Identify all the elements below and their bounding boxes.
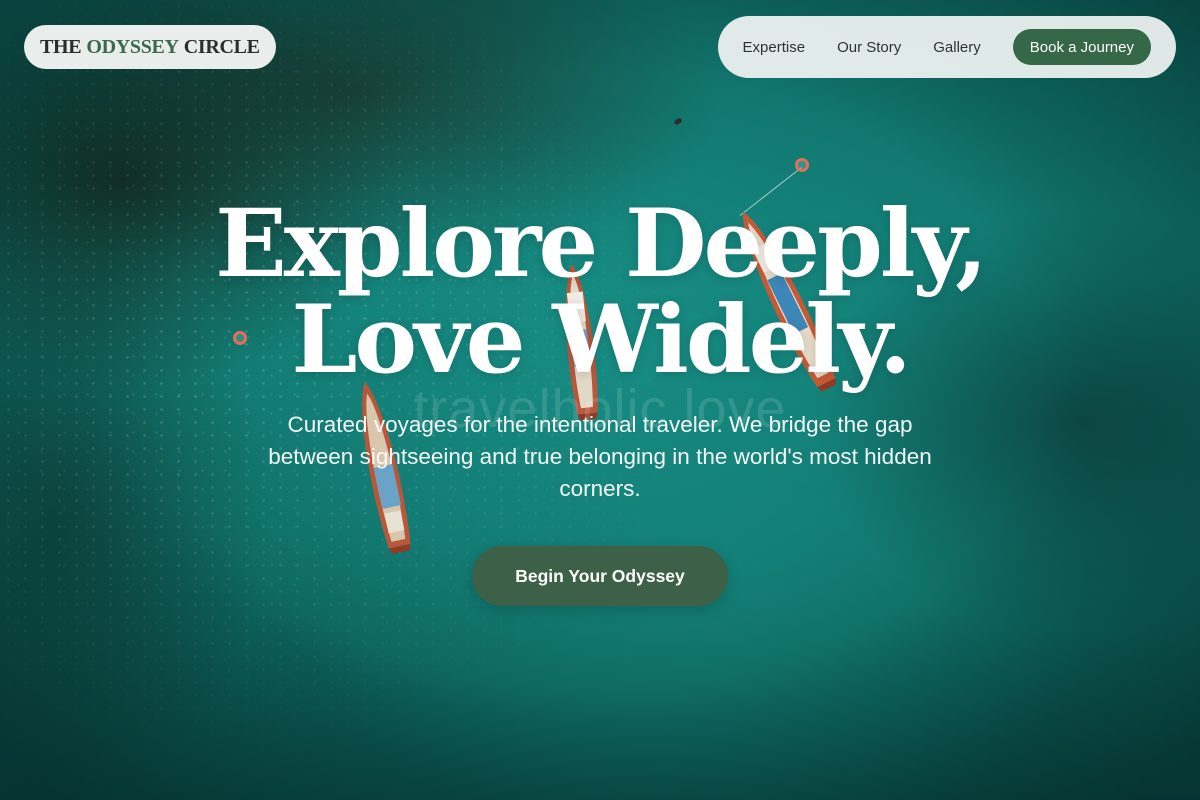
hero-subtitle: Curated voyages for the intentional trav… <box>268 412 932 501</box>
nav-link-expertise[interactable]: Expertise <box>743 39 822 56</box>
nav-link-gallery[interactable]: Gallery <box>917 39 997 56</box>
brand-logo[interactable]: THE ODYSSEY CIRCLE <box>24 25 276 69</box>
book-journey-button[interactable]: Book a Journey <box>1012 29 1151 65</box>
hero-title-line-1: Explore Deeply, <box>215 189 988 299</box>
main-navigation: Expertise Our Story Gallery Book a Journ… <box>717 16 1176 78</box>
hero-title-line-2: Love Widely. <box>291 285 911 395</box>
logo-text-accent: ODYSSEY <box>86 35 179 58</box>
hero-title: Explore Deeply, Love Widely. <box>0 196 1200 388</box>
begin-odyssey-button[interactable]: Begin Your Odyssey <box>472 546 728 606</box>
logo-text-suffix: CIRCLE <box>183 35 260 58</box>
logo-text-prefix: THE <box>40 35 82 58</box>
nav-link-our-story[interactable]: Our Story <box>821 39 917 56</box>
